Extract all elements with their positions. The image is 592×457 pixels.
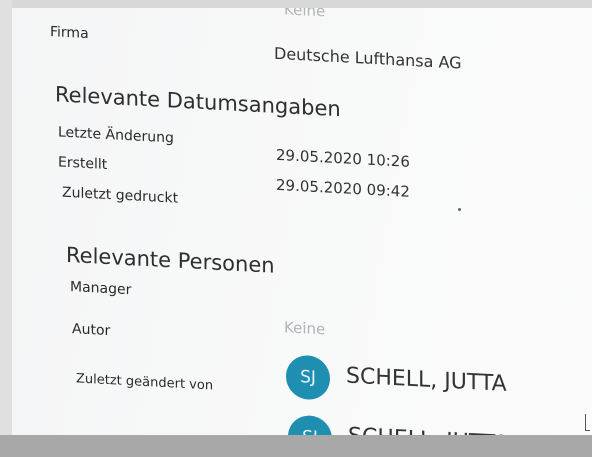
photo-frame: Keine Firma Deutsche Lufthansa AG Releva… — [0, 0, 592, 457]
last-modified-label: Letzte Änderung — [58, 124, 174, 147]
created-label: Erstellt — [58, 154, 108, 173]
created-value: 29.05.2020 09:42 — [276, 175, 410, 201]
people-section-heading: Relevante Personen — [66, 242, 275, 278]
monitor-bezel-left — [0, 0, 12, 457]
company-label: Firma — [50, 23, 89, 43]
dates-section-heading: Relevante Datumsangaben — [55, 82, 341, 122]
monitor-bezel-bottom — [0, 435, 592, 457]
author-empty-value[interactable]: Keine — [284, 318, 325, 338]
modified-by-label: Zuletzt geändert von — [76, 371, 214, 394]
company-value[interactable]: Deutsche Lufthansa AG — [274, 44, 462, 73]
author-name[interactable]: SCHELL, JUTTA — [346, 364, 507, 397]
author-avatar-initials: SJ — [300, 367, 316, 388]
properties-panel: Keine Firma Deutsche Lufthansa AG Releva… — [12, 8, 592, 438]
mouse-cursor-icon — [585, 414, 590, 431]
author-label: Autor — [72, 321, 111, 340]
top-value-cutoff: Keine — [284, 8, 326, 21]
last-modified-value: 29.05.2020 10:26 — [276, 145, 410, 171]
manager-label: Manager — [70, 279, 132, 299]
author-avatar[interactable]: SJ — [286, 354, 330, 401]
screen-dust-speck — [458, 208, 461, 211]
properties-content: Keine Firma Deutsche Lufthansa AG Releva… — [12, 8, 592, 438]
last-printed-label: Zuletzt gedruckt — [62, 184, 179, 207]
